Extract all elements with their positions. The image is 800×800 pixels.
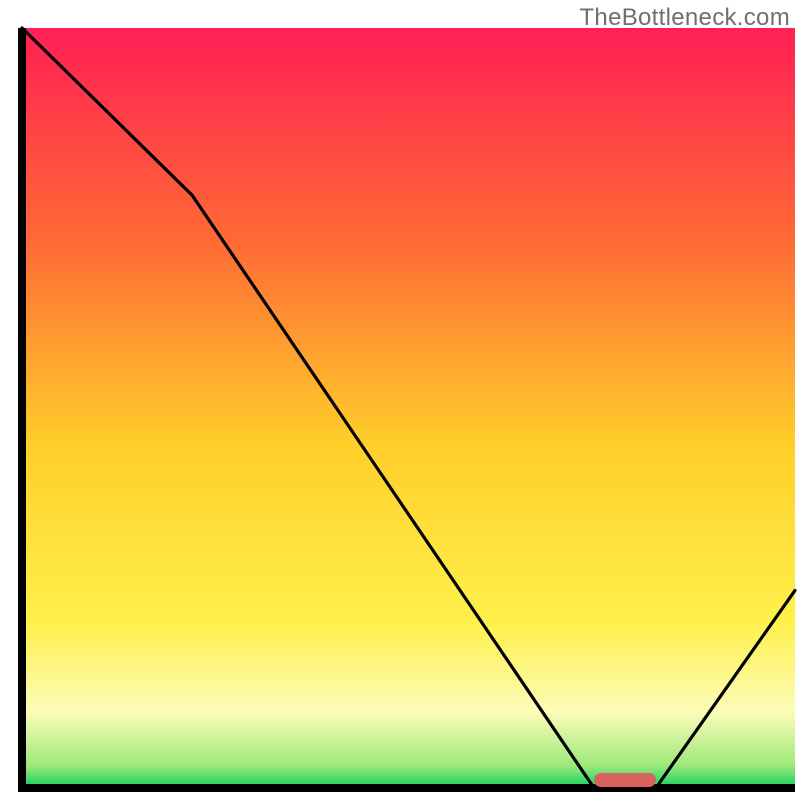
chart-container: { "watermark": "TheBottleneck.com", "cha…	[0, 0, 800, 800]
optimal-marker	[594, 773, 656, 787]
bottleneck-chart	[0, 0, 800, 800]
watermark-text: TheBottleneck.com	[579, 4, 790, 32]
